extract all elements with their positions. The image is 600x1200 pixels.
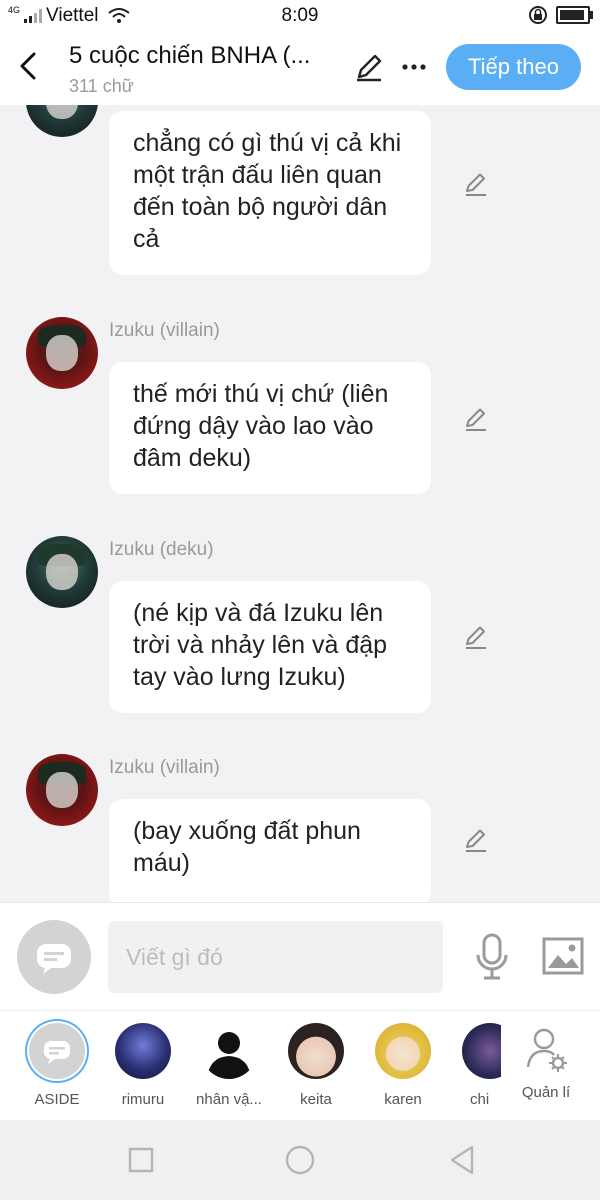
avatar-deku[interactable] xyxy=(26,105,98,137)
edit-message-pencil-icon[interactable] xyxy=(463,827,489,853)
chat-bubble-icon xyxy=(37,944,71,974)
character-label: keita xyxy=(300,1091,332,1108)
image-icon[interactable] xyxy=(542,937,584,975)
status-bar: 4G Viettel 8:09 xyxy=(0,0,600,32)
back-triangle-icon[interactable] xyxy=(444,1142,480,1178)
avatar-izuku-deku[interactable] xyxy=(26,536,98,608)
home-icon[interactable] xyxy=(282,1142,318,1178)
character-label: rimuru xyxy=(121,1091,165,1108)
character-aside[interactable]: ASIDE xyxy=(12,1023,102,1108)
clock: 8:09 xyxy=(281,5,319,26)
karen-avatar xyxy=(375,1023,431,1079)
character-rimuru[interactable]: rimuru xyxy=(98,1023,188,1108)
user-settings-icon xyxy=(526,1028,567,1072)
sender-name: Izuku (villain) xyxy=(109,757,220,778)
manage-characters[interactable]: Quản lí xyxy=(501,1023,591,1101)
rotation-lock-icon xyxy=(529,6,547,24)
message-input[interactable] xyxy=(108,921,443,993)
edit-message-pencil-icon[interactable] xyxy=(463,171,489,197)
aside-avatar xyxy=(29,1023,85,1079)
keita-avatar xyxy=(288,1023,344,1079)
rimuru-avatar xyxy=(115,1023,171,1079)
edit-message-pencil-icon[interactable] xyxy=(463,624,489,650)
chat-bubble-icon xyxy=(44,1041,70,1064)
character-label: Quản lí xyxy=(521,1084,571,1101)
character-karen[interactable]: karen xyxy=(358,1023,448,1108)
edit-title-pencil-icon[interactable] xyxy=(354,52,384,82)
sender-name: Izuku (deku) xyxy=(109,539,214,560)
edit-message-pencil-icon[interactable] xyxy=(463,406,489,432)
story-title: 5 cuộc chiến BNHA (... xyxy=(69,42,311,69)
message-bubble[interactable]: (né kịp và đá Izuku lên trời và nhảy lên… xyxy=(109,581,431,713)
silhouette-avatar xyxy=(201,1023,257,1079)
person-silhouette-icon xyxy=(207,1032,251,1079)
next-button[interactable]: Tiếp theo xyxy=(446,44,581,90)
status-right xyxy=(528,5,593,25)
microphone-icon[interactable] xyxy=(474,933,510,981)
aside-toggle-button[interactable] xyxy=(17,920,91,994)
character-bar: ASIDE rimuru nhân vậ... keita karen chi xyxy=(0,1010,600,1121)
message-bubble[interactable]: chẳng có gì thú vị cả khi một trận đấu l… xyxy=(109,111,431,275)
character-label: nhân vậ... xyxy=(196,1091,262,1108)
recent-apps-icon[interactable] xyxy=(123,1142,159,1178)
character-label: karen xyxy=(384,1091,422,1108)
message-bubble[interactable]: (bay xuống đất phun máu) xyxy=(109,799,431,902)
back-icon[interactable] xyxy=(14,50,42,82)
editor-header: 5 cuộc chiến BNHA (... 311 chữ Tiếp theo xyxy=(0,32,600,105)
message-bubble[interactable]: thế mới thú vị chứ (liên đứng dậy vào la… xyxy=(109,362,431,494)
sender-name: Izuku (villain) xyxy=(109,320,220,341)
avatar-izuku-villain[interactable] xyxy=(26,754,98,826)
avatar-izuku-villain[interactable] xyxy=(26,317,98,389)
character-keita[interactable]: keita xyxy=(271,1023,361,1108)
battery-icon xyxy=(556,6,593,24)
character-npc[interactable]: nhân vậ... xyxy=(184,1023,274,1108)
word-count: 311 chữ xyxy=(69,76,134,96)
chat-thread[interactable]: chẳng có gì thú vị cả khi một trận đấu l… xyxy=(0,105,600,902)
more-options-icon[interactable] xyxy=(400,52,428,82)
character-label: ASIDE xyxy=(34,1091,80,1108)
composer xyxy=(0,902,600,1011)
system-nav-bar xyxy=(0,1120,600,1200)
